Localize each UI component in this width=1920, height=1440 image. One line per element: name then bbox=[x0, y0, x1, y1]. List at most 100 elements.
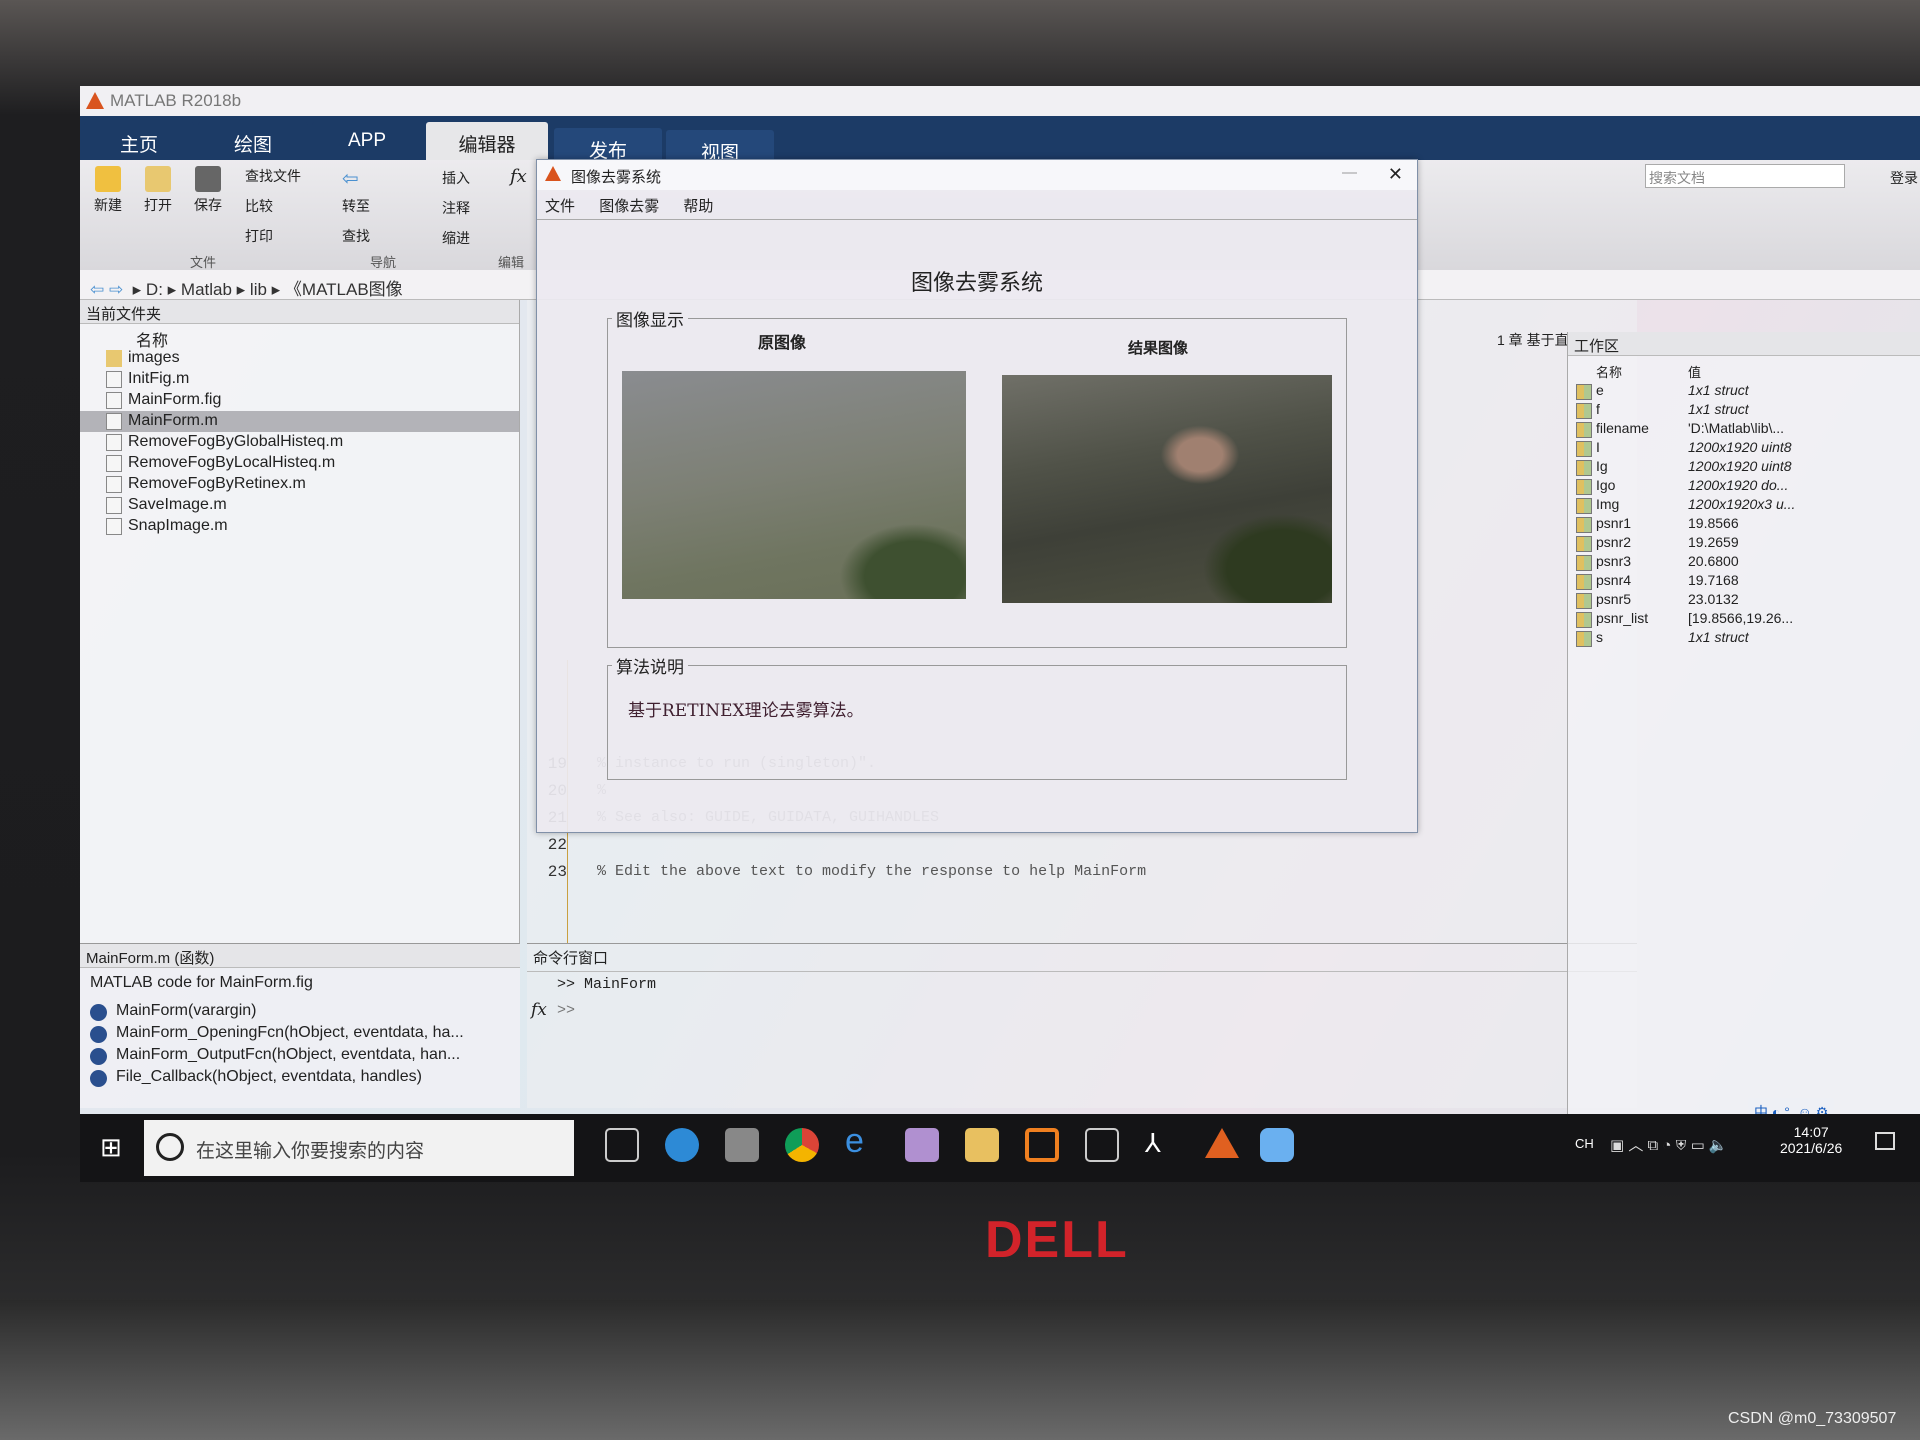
file-item[interactable]: RemoveFogByLocalHisteq.m bbox=[80, 453, 519, 474]
minimize-button[interactable]: — bbox=[1342, 164, 1357, 181]
file-item[interactable]: RemoveFogByRetinex.m bbox=[80, 474, 519, 495]
app-icon[interactable] bbox=[1085, 1128, 1119, 1162]
comment-button[interactable]: 注释 bbox=[442, 198, 470, 218]
menu-file[interactable]: 文件 bbox=[545, 198, 575, 215]
tab-home[interactable]: 主页 bbox=[84, 122, 194, 160]
workspace-variable[interactable]: psnr3 20.6800 bbox=[1568, 553, 1920, 572]
file-explorer-icon[interactable] bbox=[965, 1128, 999, 1162]
dell-logo: DELL bbox=[985, 1211, 1129, 1269]
workspace-variable[interactable]: e 1x1 struct bbox=[1568, 382, 1920, 401]
file-item[interactable]: SnapImage.m bbox=[80, 516, 519, 537]
column-header-name[interactable]: 名称 bbox=[1596, 362, 1622, 381]
notification-icon[interactable] bbox=[1875, 1132, 1895, 1150]
compare-button[interactable]: 比较 bbox=[245, 196, 273, 216]
print-button[interactable]: 打印 bbox=[245, 226, 273, 246]
workspace-variable[interactable]: psnr2 19.2659 bbox=[1568, 534, 1920, 553]
variable-name: psnr4 bbox=[1596, 572, 1632, 588]
app-icon[interactable] bbox=[665, 1128, 699, 1162]
find-button[interactable]: 查找 bbox=[342, 226, 370, 246]
variable-name: psnr3 bbox=[1596, 553, 1632, 569]
workspace-variable[interactable]: Img 1200x1920x3 u... bbox=[1568, 496, 1920, 515]
edge-icon[interactable]: e bbox=[845, 1122, 879, 1160]
app-icon[interactable] bbox=[905, 1128, 939, 1162]
open-button[interactable]: 打开 bbox=[138, 166, 178, 215]
dialog-title: 图像去雾系统 bbox=[571, 169, 662, 186]
input-language[interactable]: CH bbox=[1575, 1136, 1594, 1151]
new-button[interactable]: 新建 bbox=[88, 166, 128, 215]
path-segment[interactable]: 《MATLAB图像 bbox=[285, 280, 403, 299]
file-item[interactable]: images bbox=[80, 348, 519, 369]
file-item[interactable]: RemoveFogByGlobalHisteq.m bbox=[80, 432, 519, 453]
workspace-variable[interactable]: I 1200x1920 uint8 bbox=[1568, 439, 1920, 458]
tab-apps[interactable]: APP bbox=[312, 122, 422, 160]
file-item[interactable]: MainForm.m bbox=[80, 411, 519, 432]
acrobat-icon[interactable]: ⅄ bbox=[1145, 1128, 1179, 1162]
original-image-label: 原图像 bbox=[758, 333, 807, 352]
back-arrow-icon[interactable]: ⇦ bbox=[342, 166, 359, 191]
menu-dehaze[interactable]: 图像去雾 bbox=[599, 198, 659, 215]
windows-start-icon[interactable]: ⊞ bbox=[100, 1132, 122, 1163]
file-name: RemoveFogByRetinex.m bbox=[128, 475, 306, 492]
code-line[interactable]: % Edit the above text to modify the resp… bbox=[597, 863, 1146, 880]
workspace-variable[interactable]: f 1x1 struct bbox=[1568, 401, 1920, 420]
clock[interactable]: 14:07 2021/6/26 bbox=[1780, 1124, 1842, 1156]
command-prompt[interactable]: >> bbox=[557, 1002, 575, 1019]
command-window[interactable]: 命令行窗口 >> MainForm fx >> bbox=[527, 943, 1637, 1108]
fx-button[interactable]: fx bbox=[510, 166, 527, 187]
workspace-variable[interactable]: psnr4 19.7168 bbox=[1568, 572, 1920, 591]
login-button[interactable]: 登录 bbox=[1890, 168, 1918, 188]
indent-button[interactable]: 缩进 bbox=[442, 228, 470, 248]
workspace-variable[interactable]: s 1x1 struct bbox=[1568, 629, 1920, 648]
file-item[interactable]: InitFig.m bbox=[80, 369, 519, 390]
function-item[interactable]: MainForm_OpeningFcn(hObject, eventdata, … bbox=[80, 1024, 520, 1046]
path-segment[interactable]: Matlab bbox=[181, 280, 232, 299]
search-docs-input[interactable]: 搜索文档 bbox=[1645, 164, 1845, 188]
function-item[interactable]: MainForm_OutputFcn(hObject, eventdata, h… bbox=[80, 1046, 520, 1068]
fx-icon[interactable]: fx bbox=[531, 1000, 547, 1020]
variable-name: Igo bbox=[1596, 477, 1616, 493]
function-item[interactable]: MainForm(varargin) bbox=[80, 1002, 520, 1024]
panel-legend: 图像显示 bbox=[612, 306, 688, 331]
insert-button[interactable]: 插入 bbox=[442, 168, 470, 188]
workspace-variable[interactable]: psnr1 19.8566 bbox=[1568, 515, 1920, 534]
workspace-variable[interactable]: Igo 1200x1920 do... bbox=[1568, 477, 1920, 496]
app-icon[interactable] bbox=[1260, 1128, 1294, 1162]
variable-type-icon bbox=[1576, 422, 1592, 438]
tray-icons[interactable]: ▣ ︿ ⧉ ◔ ⛨ ▭ 🔈 bbox=[1610, 1134, 1728, 1155]
close-button[interactable]: ✕ bbox=[1388, 164, 1403, 185]
workspace-variable[interactable]: filename 'D:\Matlab\lib\... bbox=[1568, 420, 1920, 439]
tab-editor[interactable]: 编辑器 bbox=[426, 122, 548, 160]
app-icon[interactable] bbox=[1025, 1128, 1059, 1162]
find-files-button[interactable]: 查找文件 bbox=[245, 166, 301, 186]
function-icon bbox=[90, 1026, 107, 1043]
m-file-icon bbox=[106, 392, 122, 409]
variable-type-icon bbox=[1576, 517, 1592, 533]
goto-button[interactable]: 转至 bbox=[342, 196, 370, 216]
function-item[interactable]: File_Callback(hObject, eventdata, handle… bbox=[80, 1068, 520, 1090]
variable-name: e bbox=[1596, 382, 1604, 398]
column-header-value[interactable]: 值 bbox=[1688, 362, 1701, 381]
path-segment[interactable]: lib bbox=[250, 280, 267, 299]
task-view-icon[interactable] bbox=[605, 1128, 639, 1162]
column-header-name[interactable]: 名称 bbox=[80, 324, 519, 350]
menu-help[interactable]: 帮助 bbox=[683, 198, 713, 215]
file-item[interactable]: SaveImage.m bbox=[80, 495, 519, 516]
workspace-variable[interactable]: psnr_list [19.8566,19.26... bbox=[1568, 610, 1920, 629]
nav-arrows-icon[interactable]: ⇦ ⇨ bbox=[90, 280, 123, 299]
taskbar-search-input[interactable]: 在这里输入你要搜索的内容 bbox=[144, 1120, 574, 1176]
search-placeholder: 在这里输入你要搜索的内容 bbox=[196, 1141, 425, 1162]
chrome-icon[interactable] bbox=[785, 1128, 819, 1162]
path-segment[interactable]: D: bbox=[146, 280, 163, 299]
function-signature: MainForm_OutputFcn(hObject, eventdata, h… bbox=[116, 1046, 461, 1063]
workspace-variable[interactable]: psnr5 23.0132 bbox=[1568, 591, 1920, 610]
calculator-icon[interactable] bbox=[725, 1128, 759, 1162]
tab-plots[interactable]: 绘图 bbox=[198, 122, 308, 160]
m-file-icon bbox=[106, 413, 122, 430]
matlab-taskbar-icon[interactable] bbox=[1205, 1128, 1239, 1158]
variable-name: Img bbox=[1596, 496, 1620, 512]
workspace-variable[interactable]: Ig 1200x1920 uint8 bbox=[1568, 458, 1920, 477]
save-button[interactable]: 保存 bbox=[188, 166, 228, 215]
variable-name: Ig bbox=[1596, 458, 1608, 474]
file-item[interactable]: MainForm.fig bbox=[80, 390, 519, 411]
variable-name: psnr2 bbox=[1596, 534, 1632, 550]
